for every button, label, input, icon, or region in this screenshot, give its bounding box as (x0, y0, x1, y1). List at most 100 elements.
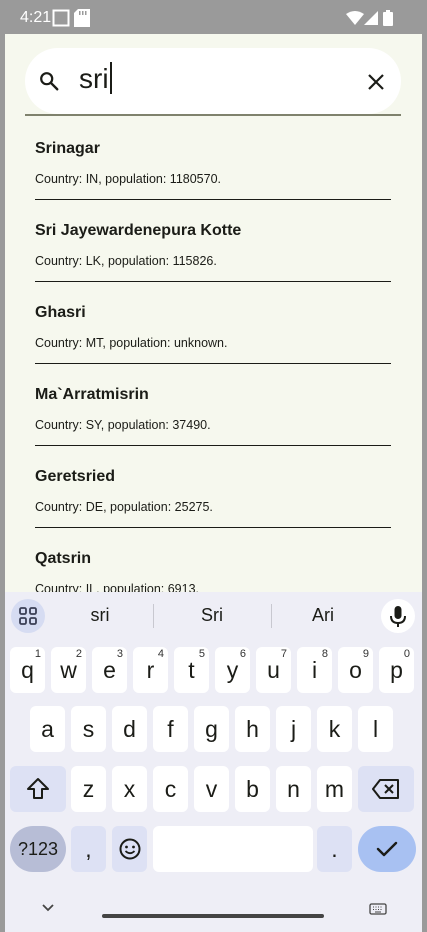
shift-key[interactable] (10, 766, 66, 812)
city-detail: Country: LK, population: 115826. (35, 254, 217, 268)
key-i[interactable]: i8 (297, 647, 332, 693)
list-item[interactable]: Geretsried Country: DE, population: 2527… (35, 446, 391, 528)
key-n[interactable]: n (276, 766, 311, 812)
list-item[interactable]: Qatsrin Country: IL, population: 6913. (35, 528, 391, 592)
list-item[interactable]: Ma`Arratmisrin Country: SY, population: … (35, 364, 391, 446)
key-f[interactable]: f (153, 706, 188, 752)
frame-right (422, 0, 427, 932)
city-detail: Country: IL, population: 6913. (35, 582, 200, 592)
key-number: 4 (157, 648, 164, 660)
city-detail: Country: IN, population: 1180570. (35, 172, 222, 186)
key-number: 2 (75, 648, 82, 660)
key-letter: p (390, 657, 403, 683)
status-bar: 4:21 (0, 0, 427, 34)
key-number: 6 (239, 648, 246, 660)
key-letter: o (349, 657, 362, 683)
backspace-icon (372, 779, 399, 799)
city-name: Ma`Arratmisrin (35, 386, 149, 403)
key-number: 3 (116, 648, 123, 660)
chevron-down-icon[interactable] (41, 903, 55, 913)
enter-key[interactable] (358, 826, 416, 872)
list-item[interactable]: Ghasri Country: MT, population: unknown. (35, 282, 391, 364)
key-d[interactable]: d (112, 706, 147, 752)
key-a[interactable]: a (30, 706, 65, 752)
key-w[interactable]: w2 (51, 647, 86, 693)
key-letter: q (21, 657, 34, 683)
key-y[interactable]: y6 (215, 647, 250, 693)
key-b[interactable]: b (235, 766, 270, 812)
city-name: Geretsried (35, 468, 116, 485)
city-detail: Country: MT, population: unknown. (35, 336, 228, 350)
frame-left (0, 0, 5, 932)
key-x[interactable]: x (112, 766, 147, 812)
key-letter: e (103, 657, 116, 683)
text-caret (109, 62, 112, 94)
suggestion-3[interactable]: Ari (273, 605, 373, 626)
suggestion-1[interactable]: sri (50, 605, 150, 626)
key-q[interactable]: q1 (10, 647, 45, 693)
voice-input-button[interactable] (381, 599, 415, 633)
search-query: sri (79, 63, 109, 94)
city-name: Qatsrin (35, 550, 92, 567)
key-v[interactable]: v (194, 766, 229, 812)
suggestion-divider (271, 604, 272, 628)
list-item[interactable]: Srinagar Country: IN, population: 118057… (35, 118, 391, 200)
emoji-key[interactable] (112, 826, 147, 872)
key-j[interactable]: j (276, 706, 311, 752)
backspace-key[interactable] (358, 766, 414, 812)
key-t[interactable]: t5 (174, 647, 209, 693)
key-l[interactable]: l (358, 706, 393, 752)
key-u[interactable]: u7 (256, 647, 291, 693)
on-screen-keyboard: sri Sri Ari q1 w2 e3 r4 t5 y6 u7 i8 o9 p… (5, 592, 422, 932)
list-item[interactable]: Sri Jayewardenepura Kotte Country: LK, p… (35, 200, 391, 282)
key-k[interactable]: k (317, 706, 352, 752)
key-number: 5 (198, 648, 205, 660)
period-key[interactable]: . (317, 826, 352, 872)
symbols-key[interactable]: ?123 (10, 826, 66, 872)
city-name: Ghasri (35, 304, 86, 321)
key-letter: t (188, 657, 195, 683)
key-letter: i (311, 657, 318, 683)
suggestion-strip: sri Sri Ari (5, 592, 422, 638)
keyboard-apps-button[interactable] (11, 599, 45, 633)
space-key[interactable] (153, 826, 313, 872)
key-number: 7 (280, 648, 287, 660)
grid-icon (19, 607, 37, 625)
battery-icon (383, 10, 393, 26)
key-number: 0 (403, 648, 410, 660)
comma-key[interactable]: , (71, 826, 106, 872)
key-letter: y (226, 657, 239, 683)
key-o[interactable]: o9 (338, 647, 373, 693)
key-h[interactable]: h (235, 706, 270, 752)
suggestion-2[interactable]: Sri (162, 605, 262, 626)
checkmark-icon (376, 841, 398, 857)
key-c[interactable]: c (153, 766, 188, 812)
keyboard-icon[interactable] (369, 903, 387, 915)
key-number: 1 (34, 648, 41, 660)
sd-card-icon (74, 9, 90, 27)
search-icon (40, 72, 59, 91)
city-detail: Country: SY, population: 37490. (35, 418, 211, 432)
screenshot-icon (52, 9, 70, 27)
close-icon[interactable] (366, 72, 386, 92)
search-underline (25, 114, 401, 116)
key-letter: u (267, 657, 280, 683)
key-e[interactable]: e3 (92, 647, 127, 693)
key-m[interactable]: m (317, 766, 352, 812)
key-number: 8 (321, 648, 328, 660)
key-g[interactable]: g (194, 706, 229, 752)
key-number: 9 (362, 648, 369, 660)
key-s[interactable]: s (71, 706, 106, 752)
suggestion-divider (153, 604, 154, 628)
wifi-icon (346, 11, 364, 25)
home-handle[interactable] (102, 914, 324, 918)
key-letter: w (60, 657, 77, 683)
key-r[interactable]: r4 (133, 647, 168, 693)
cell-signal-icon (364, 11, 378, 25)
city-name: Sri Jayewardenepura Kotte (35, 222, 242, 239)
key-letter: r (146, 657, 155, 683)
microphone-icon (390, 606, 406, 627)
key-p[interactable]: p0 (379, 647, 414, 693)
search-input[interactable]: sri (79, 62, 112, 95)
key-z[interactable]: z (71, 766, 106, 812)
